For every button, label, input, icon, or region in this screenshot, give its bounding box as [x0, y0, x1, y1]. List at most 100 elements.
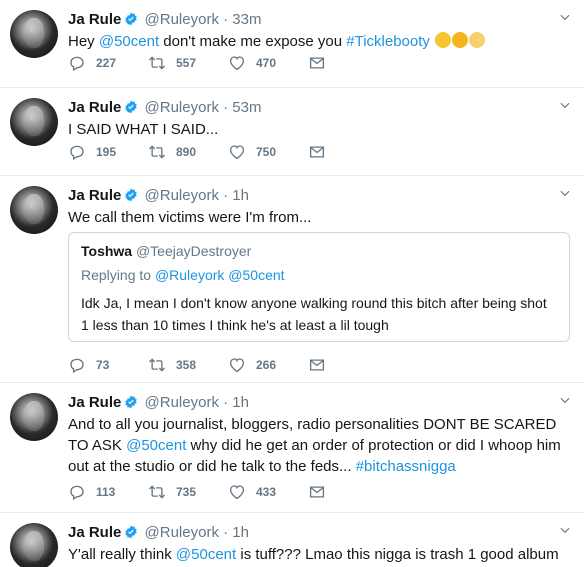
- tweet[interactable]: Ja Rule @Ruleyork · 53m I SAID WHAT I SA…: [0, 88, 584, 176]
- avatar[interactable]: [10, 393, 58, 441]
- quoted-tweet-text: Idk Ja, I mean I don't know anyone walki…: [81, 295, 547, 333]
- avatar[interactable]: [10, 98, 58, 146]
- mention-link[interactable]: @50cent: [99, 33, 159, 50]
- chevron-down-icon[interactable]: [558, 523, 572, 537]
- author-name[interactable]: Ja Rule: [68, 394, 121, 411]
- tweet-text: Hey @50cent don't make me expose you #Ti…: [68, 31, 572, 52]
- retweet-count: 557: [176, 56, 197, 70]
- quoted-tweet[interactable]: Toshwa @TeejayDestroyer Replying to @Rul…: [68, 232, 570, 342]
- retweet-icon: [149, 485, 165, 499]
- reply-button[interactable]: 73: [68, 355, 148, 375]
- author-handle[interactable]: @Ruleyork: [145, 99, 219, 116]
- envelope-icon: [309, 146, 325, 158]
- direct-message-button[interactable]: [308, 482, 388, 502]
- author-handle[interactable]: @Ruleyork: [145, 394, 219, 411]
- tweet-text: We call them victims were I'm from...: [68, 209, 312, 226]
- retweet-button[interactable]: 890: [148, 142, 228, 162]
- retweet-button[interactable]: 735: [148, 482, 228, 502]
- quoted-tweet-header: Toshwa @TeejayDestroyer: [81, 242, 557, 260]
- tweet-timestamp[interactable]: · 33m: [223, 11, 261, 28]
- tweet[interactable]: Ja Rule @Ruleyork · 1h We call them vict…: [0, 176, 584, 383]
- chevron-down-icon[interactable]: [558, 393, 572, 407]
- reply-count: 195: [96, 145, 117, 159]
- heart-icon: [229, 485, 245, 500]
- tweet-header: Ja Rule @Ruleyork · 33m: [68, 10, 572, 30]
- rofl-emoji-icon: [452, 32, 469, 48]
- reply-count: 73: [96, 358, 110, 372]
- reply-icon: [70, 56, 84, 72]
- envelope-icon: [309, 486, 325, 498]
- avatar[interactable]: [10, 523, 58, 567]
- tweet-header: Ja Rule @Ruleyork · 1h: [68, 393, 572, 413]
- scream-emoji-icon: [469, 32, 486, 48]
- tweet[interactable]: Ja Rule @Ruleyork · 1h Y'all really thin…: [0, 513, 584, 567]
- envelope-icon: [309, 359, 325, 371]
- verified-badge-icon: [125, 188, 138, 202]
- tweet[interactable]: Ja Rule @Ruleyork · 33m Hey @50cent don'…: [0, 0, 584, 88]
- reply-icon: [70, 358, 84, 374]
- tweet-timestamp[interactable]: · 1h: [223, 394, 249, 411]
- tweet-timestamp[interactable]: · 1h: [223, 187, 249, 204]
- tears-of-joy-emoji-icon: [435, 32, 452, 48]
- retweet-icon: [149, 145, 165, 159]
- reply-button[interactable]: 227: [68, 53, 148, 73]
- retweet-icon: [149, 358, 165, 372]
- reply-button[interactable]: 195: [68, 142, 148, 162]
- avatar[interactable]: [10, 186, 58, 234]
- tweet[interactable]: Ja Rule @Ruleyork · 1h And to all you jo…: [0, 383, 584, 513]
- reply-count: 113: [96, 485, 116, 499]
- like-count: 470: [256, 56, 277, 70]
- reply-icon: [70, 145, 84, 161]
- author-handle[interactable]: @Ruleyork: [145, 187, 219, 204]
- retweet-count: 890: [176, 145, 197, 159]
- author-name[interactable]: Ja Rule: [68, 187, 121, 204]
- chevron-down-icon[interactable]: [558, 10, 572, 24]
- author-handle[interactable]: @Ruleyork: [145, 11, 219, 28]
- tweet-text: I SAID WHAT I SAID...: [68, 121, 219, 138]
- reply-button[interactable]: 113: [68, 482, 148, 502]
- author-handle[interactable]: @Ruleyork: [145, 524, 219, 541]
- replying-to: Replying to @Ruleyork @50cent: [81, 267, 285, 283]
- like-count: 433: [256, 485, 277, 499]
- reply-icon: [70, 485, 84, 501]
- tweet-timestamp[interactable]: · 1h: [223, 524, 249, 541]
- chevron-down-icon[interactable]: [558, 98, 572, 112]
- tweet-actions: 195 890 750: [68, 142, 388, 162]
- retweet-button[interactable]: 358: [148, 355, 228, 375]
- tweet-header: Ja Rule @Ruleyork · 1h: [68, 523, 572, 543]
- retweet-count: 735: [176, 485, 197, 499]
- tweet-header: Ja Rule @Ruleyork · 1h: [68, 186, 572, 206]
- heart-icon: [229, 56, 245, 71]
- replying-to-handles[interactable]: @Ruleyork @50cent: [155, 267, 285, 283]
- retweet-count: 358: [176, 358, 197, 372]
- like-button[interactable]: 266: [228, 355, 308, 375]
- verified-badge-icon: [125, 100, 138, 114]
- retweet-button[interactable]: 557: [148, 53, 228, 73]
- heart-icon: [229, 145, 245, 160]
- verified-badge-icon: [125, 12, 138, 26]
- like-button[interactable]: 433: [228, 482, 308, 502]
- mention-link[interactable]: @50cent: [126, 437, 186, 454]
- author-name[interactable]: Ja Rule: [68, 11, 121, 28]
- retweet-icon: [149, 56, 165, 70]
- tweet-actions: 113 735 433: [68, 482, 388, 502]
- like-button[interactable]: 750: [228, 142, 308, 162]
- author-name[interactable]: Ja Rule: [68, 99, 121, 116]
- quoted-author-handle: @TeejayDestroyer: [135, 243, 252, 259]
- author-name[interactable]: Ja Rule: [68, 524, 121, 541]
- direct-message-button[interactable]: [308, 355, 388, 375]
- direct-message-button[interactable]: [308, 142, 388, 162]
- like-count: 750: [256, 145, 277, 159]
- like-count: 266: [256, 358, 277, 372]
- like-button[interactable]: 470: [228, 53, 308, 73]
- chevron-down-icon[interactable]: [558, 186, 572, 200]
- avatar[interactable]: [10, 10, 58, 58]
- tweet-header: Ja Rule @Ruleyork · 53m: [68, 98, 572, 118]
- tweet-timestamp[interactable]: · 53m: [223, 99, 261, 116]
- mention-link[interactable]: @50cent: [176, 546, 236, 563]
- hashtag-link[interactable]: #Ticklebooty: [346, 33, 430, 50]
- hashtag-link[interactable]: #bitchassnigga: [356, 458, 456, 475]
- quoted-author-name: Toshwa: [81, 243, 133, 259]
- direct-message-button[interactable]: [308, 53, 388, 73]
- tweet-text: And to all you journalist, bloggers, rad…: [68, 416, 561, 475]
